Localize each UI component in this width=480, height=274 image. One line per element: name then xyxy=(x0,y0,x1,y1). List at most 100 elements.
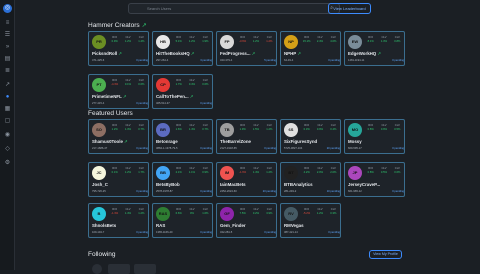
record: 661-965-12 xyxy=(348,190,362,193)
users-icon[interactable]: ● xyxy=(4,94,11,101)
user-name[interactable]: Josh_C xyxy=(92,182,108,187)
view-my-profile-button[interactable]: View My Profile xyxy=(369,250,402,259)
user-card[interactable]: PT ROI CLV CLV -4.3% 0.1% 0.6% PrimetimeNFL↗ 277… xyxy=(88,74,149,109)
profile-icon[interactable]: ◉ xyxy=(4,132,11,139)
document-icon[interactable]: ▢ xyxy=(4,118,11,125)
user-name[interactable]: HitTheBooksHQ↗ xyxy=(156,51,194,57)
roi-value: -1.3% xyxy=(111,212,119,215)
roi-value: 0.9% xyxy=(111,40,118,43)
pending-count: 5 pending xyxy=(264,59,276,62)
roi-value: 1.9% xyxy=(239,128,246,131)
user-card[interactable]: SO ROI CLV CLV 1.2% 1.3% 0.7% Shamus0Toole↗ 217-… xyxy=(88,119,149,154)
avatar: B xyxy=(92,207,106,221)
following-item[interactable] xyxy=(134,264,156,274)
user-card[interactable]: BB ROI CLV CLV 2.1% 1.1% 0.9% BetsByBob 2578-197… xyxy=(152,162,213,197)
user-name[interactable]: BTBAnalytics xyxy=(284,182,313,187)
user-card[interactable]: MO ROI CLV CLV 0.8% 0.9% 0.5% Mossy 669-595-17 0 … xyxy=(344,119,405,154)
settings-icon[interactable]: ⚙ xyxy=(4,160,11,167)
avatar: EW xyxy=(348,35,362,49)
user-card[interactable]: EW ROI CLV CLV 8.1% 1.3% 0.8% EdgeWorkHQ↗ 1481-1… xyxy=(344,31,405,66)
user-card[interactable]: 6S ROI CLV CLV 0.3% 0.9% 0.4% SixFiguresSynd 572… xyxy=(280,119,341,154)
pending-count: 0 pending xyxy=(136,190,148,193)
user-name[interactable]: NPHP↗ xyxy=(284,51,301,57)
feed-icon[interactable]: ☰ xyxy=(4,32,11,39)
user-card[interactable]: BT ROI CLV CLV 4.2% 2.0% 2.0% BTBAnalytics 281-2… xyxy=(280,162,341,197)
user-name[interactable]: FedProgress...↗ xyxy=(220,51,255,57)
record-row: 3884-1-1378-79-5 0 pending xyxy=(156,147,212,150)
record-row: 2452-2624-60 23 pending xyxy=(220,190,276,193)
pending-count: 23 pending xyxy=(262,190,276,193)
user-name[interactable]: Shamus0Toole↗ xyxy=(92,139,128,145)
user-name[interactable]: ShnolsBets xyxy=(92,223,116,228)
clv-value: 0.5% xyxy=(380,171,388,174)
user-name[interactable]: BetsByBob xyxy=(156,182,180,187)
user-card[interactable]: FP ROI CLV CLV -3.6% 1.2% 1.2% FedProgress...↗ 3… xyxy=(216,31,277,66)
stats-block: ROI CLV CLV -4.3% 0.1% 0.6% xyxy=(108,79,148,87)
user-card[interactable]: BR ROI CLV CLV 1.6% 1.4% 0.7% Betonrage 3884-1-1… xyxy=(152,119,213,154)
avatar: NP xyxy=(284,35,298,49)
app-logo-icon[interactable]: ◎ xyxy=(3,4,12,13)
user-card[interactable]: HB ROI CLV CLV 5.1% 1.2% 1.9% HitTheBooksHQ↗ 297… xyxy=(152,31,213,66)
record: 2452-2624-60 xyxy=(220,190,237,193)
user-card[interactable]: PR ROI CLV CLV 0.9% 1.2% 1.4% PicksndRoll↗ 471-4… xyxy=(88,31,149,66)
hamburger-menu-icon[interactable]: ≡ xyxy=(4,20,11,27)
sidebar: ◎ ≡ ☰ » ▤ ≣ ↗ ● ▦ ▢ ◉ ◇ ⚙ xyxy=(0,0,15,270)
clv-value: 0.8% xyxy=(394,40,401,43)
user-name[interactable]: EdgeWorkHQ↗ xyxy=(348,51,381,57)
user-name[interactable]: JerseyCraveP... xyxy=(348,182,380,187)
tag-icon[interactable]: ◇ xyxy=(4,146,11,153)
search-placeholder: Search Users xyxy=(147,6,172,11)
user-name[interactable]: TheBarrelZone xyxy=(220,139,251,144)
user-card[interactable]: RV ROI CLV CLV -5.2% 1.2% 0.3% RMVegas 387-421-1… xyxy=(280,203,341,238)
avatar: BR xyxy=(156,123,170,137)
clv-value: 0.4% xyxy=(330,128,337,131)
avatar: JP xyxy=(348,166,362,180)
pending-count: 0 pending xyxy=(392,59,404,62)
user-name[interactable]: SixFiguresSynd xyxy=(284,139,317,144)
record: 795-726-25 xyxy=(92,190,106,193)
user-card[interactable]: B ROI CLV CLV -1.3% 1.4% 1.2% ShnolsBets 109-104… xyxy=(88,203,149,238)
user-name[interactable]: PicksndRoll↗ xyxy=(92,51,122,57)
avatar: SO xyxy=(92,123,106,137)
user-card[interactable]: JC ROI CLV CLV 0.1% 1.2% 1.7% Josh_C 795-726-25 0… xyxy=(88,162,149,197)
user-card[interactable]: CP ROI CLV CLV 1.7% 0.4% 0.6% CallToThePen...↗ 4… xyxy=(152,74,213,109)
stats-block: ROI CLV CLV 0.1% 1.2% 1.7% xyxy=(108,167,148,175)
view-leaderboard-button[interactable]: View Leaderboard xyxy=(328,3,371,14)
user-name[interactable]: RAS xyxy=(156,223,165,228)
clv-value: 1.1% xyxy=(188,171,196,174)
user-name[interactable]: Gem_Finder xyxy=(220,223,246,228)
clv-value: 1.2% xyxy=(124,171,132,174)
record-row: 387-421-14 0 pending xyxy=(284,231,340,234)
user-name-text: Betonrage xyxy=(156,139,178,144)
user-card[interactable]: JP ROI CLV CLV 0.8% 0.5% 0.6% JerseyCraveP... 66… xyxy=(344,162,405,197)
user-card[interactable]: GF ROI CLV CLV 7.5% 3.2% 3.9% Gem_Finder 342-281… xyxy=(216,203,277,238)
user-name[interactable]: PrimetimeNFL↗ xyxy=(92,94,126,100)
user-card[interactable]: RAS ROI CLV CLV 6.6% 0% 1.6% RAS 1365-1166-40 0 p… xyxy=(152,203,213,238)
list-icon[interactable]: ≣ xyxy=(4,68,11,75)
clv-value: 1.2% xyxy=(188,40,196,43)
user-name[interactable]: CallToThePen...↗ xyxy=(156,94,193,100)
featured-users-heading: Featured Users xyxy=(88,110,133,117)
user-name[interactable]: RMVegas xyxy=(284,223,304,228)
play-icon[interactable]: » xyxy=(4,44,11,51)
verified-icon: ↗ xyxy=(251,51,256,56)
trend-icon[interactable]: ↗ xyxy=(4,82,11,89)
clv-value: 1.4% xyxy=(124,212,132,215)
clv-value: 1.2% xyxy=(266,40,273,43)
user-name[interactable]: IainMacBets xyxy=(220,182,246,187)
search-input[interactable]: Search Users ⌕ xyxy=(128,3,340,14)
following-item[interactable] xyxy=(108,264,130,274)
user-card[interactable]: TB ROI CLV CLV 1.9% 1.5% 1.2% TheBarrelZone 2127… xyxy=(216,119,277,154)
roi-value: 6.6% xyxy=(175,212,182,215)
clv-value: 1.2% xyxy=(266,128,273,131)
stats-block: ROI CLV CLV 0.8% 0.9% 0.5% xyxy=(364,124,404,132)
user-name[interactable]: Betonrage xyxy=(156,139,178,144)
avatar: RV xyxy=(284,207,298,221)
user-card[interactable]: NP ROI CLV CLV 15.1% 2.4% 4.0% NPHP↗ 64-49-4 0 pe… xyxy=(280,31,341,66)
chart-icon[interactable]: ▦ xyxy=(4,106,11,113)
following-avatar[interactable] xyxy=(92,264,102,274)
user-name[interactable]: Mossy xyxy=(348,139,362,144)
user-card[interactable]: IM ROI CLV CLV -1.6% 1.4% 1.2% IainMacBets 2452-… xyxy=(216,162,277,197)
clv-value: 2.4% xyxy=(316,40,324,43)
bookmark-icon[interactable]: ▤ xyxy=(4,56,11,63)
